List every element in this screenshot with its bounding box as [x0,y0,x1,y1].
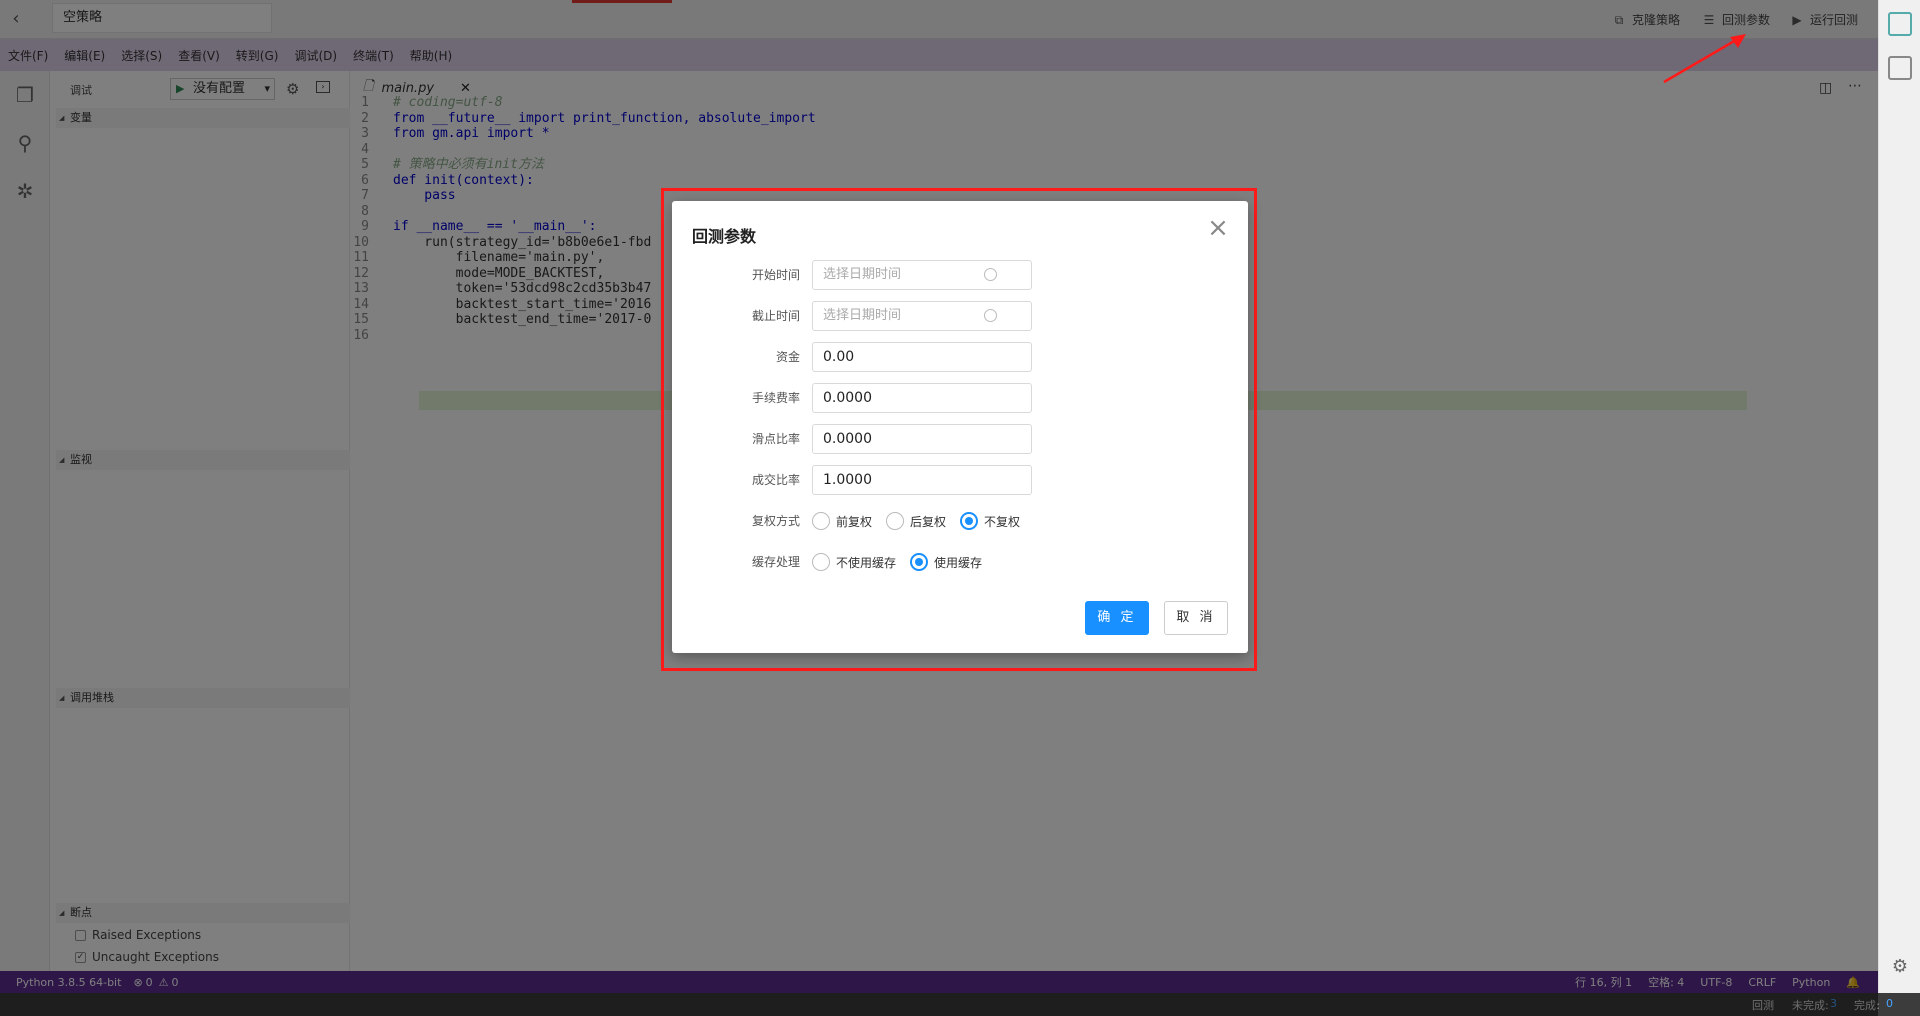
adjust-none-label: 不复权 [984,514,1021,529]
radio-circle [812,553,830,571]
start-time-placeholder: 选择日期时间 [823,267,902,282]
clock-icon [984,268,997,281]
end-time-row: 截止时间 选择日期时间 [672,301,1248,331]
cancel-button[interactable]: 取 消 [1164,601,1228,635]
radio-circle [812,512,830,530]
adjust-backward-radio[interactable]: 后复权 [886,512,946,530]
slippage-input[interactable]: 0.0000 [812,424,1032,454]
close-icon[interactable]: × [1206,215,1230,241]
cache-label: 缓存处理 [751,555,800,569]
complete-count: 0 [1886,997,1893,1010]
cache-row: 缓存处理 不使用缓存 使用缓存 [672,547,1248,577]
capital-input[interactable]: 0.00 [812,342,1032,372]
fill-ratio-row: 成交比率 1.0000 [672,465,1248,495]
fill-ratio-label: 成交比率 [751,473,800,487]
end-time-input[interactable]: 选择日期时间 [812,301,1032,331]
clock-icon [984,309,997,322]
no-cache-radio[interactable]: 不使用缓存 [812,553,896,571]
use-cache-radio[interactable]: 使用缓存 [910,553,982,571]
capital-label: 资金 [775,350,800,364]
radio-circle-selected [910,553,929,571]
adjust-none-radio[interactable]: 不复权 [960,512,1020,530]
dialog-title: 回测参数 [692,227,757,246]
adjust-backward-label: 后复权 [910,514,947,529]
backtest-params-dialog: 回测参数 × 开始时间 选择日期时间 截止时间 选择日期时间 资金 0.00 手… [672,201,1248,653]
right-panel-bar: ⚙ [1878,0,1920,995]
annotation-arrow [1663,34,1746,84]
edit-strategy-icon[interactable] [1888,12,1912,36]
start-time-row: 开始时间 选择日期时间 [672,260,1248,290]
fill-ratio-input[interactable]: 1.0000 [812,465,1032,495]
adjust-label: 复权方式 [751,514,800,528]
commission-label: 手续费率 [751,391,800,405]
end-time-label: 截止时间 [751,309,800,323]
commission-input[interactable]: 0.0000 [812,383,1032,413]
start-time-label: 开始时间 [751,268,800,282]
capital-row: 资金 0.00 [672,342,1248,372]
start-time-input[interactable]: 选择日期时间 [812,260,1032,290]
end-time-placeholder: 选择日期时间 [823,308,902,323]
adjust-forward-label: 前复权 [836,514,873,529]
adjust-row: 复权方式 前复权 后复权 不复权 [672,506,1248,536]
slippage-label: 滑点比率 [751,432,800,446]
document-icon[interactable] [1888,56,1912,80]
commission-row: 手续费率 0.0000 [672,383,1248,413]
use-cache-label: 使用缓存 [934,555,983,570]
radio-circle [886,512,905,530]
adjust-forward-radio[interactable]: 前复权 [812,512,872,530]
settings-icon[interactable]: ⚙ [1888,955,1912,979]
slippage-row: 滑点比率 0.0000 [672,424,1248,454]
radio-circle-selected [960,512,979,530]
ok-button[interactable]: 确 定 [1085,601,1149,635]
no-cache-label: 不使用缓存 [836,555,897,570]
